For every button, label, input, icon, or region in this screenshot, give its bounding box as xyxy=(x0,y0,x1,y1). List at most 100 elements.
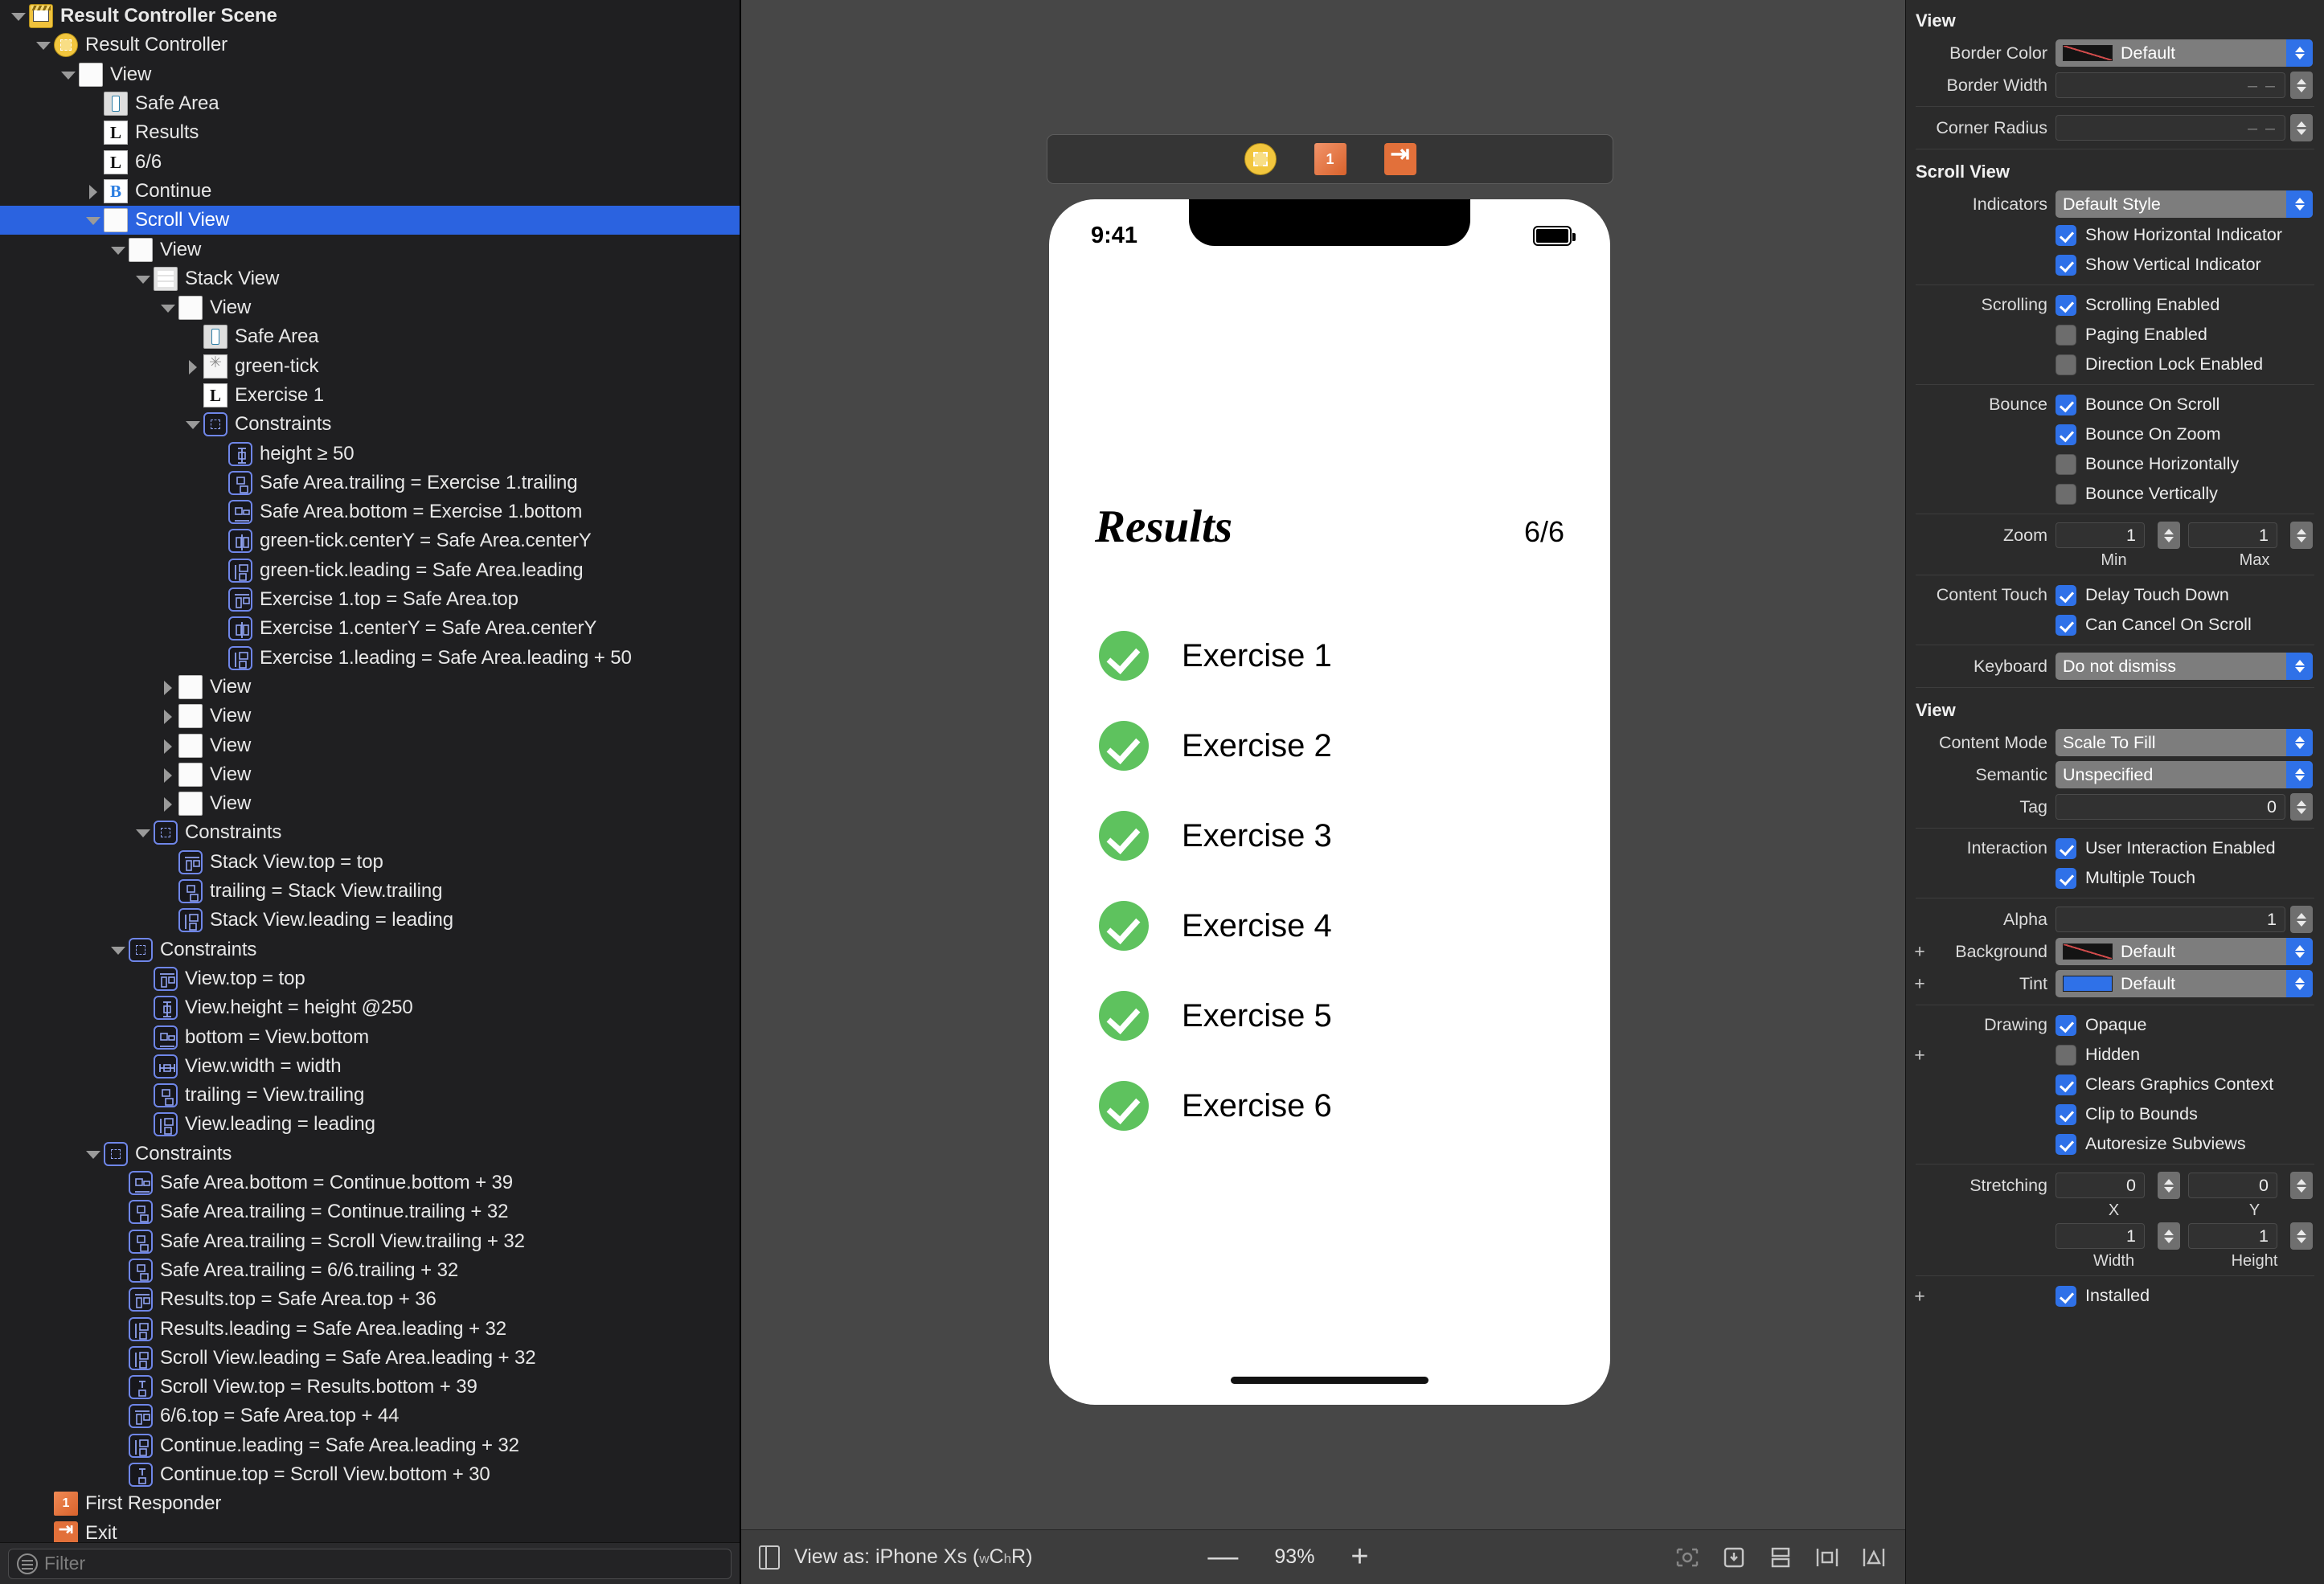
zoom-min-stepper[interactable] xyxy=(2158,522,2180,549)
outline-row-first-responder[interactable]: 1 First Responder xyxy=(0,1489,740,1518)
exit-icon[interactable] xyxy=(1383,140,1416,175)
bounce-on-scroll-checkbox[interactable] xyxy=(2056,394,2076,415)
outline-row-view[interactable]: View xyxy=(0,731,740,759)
outline-row-constraints[interactable]: Constraints xyxy=(0,1140,740,1169)
outline-row-stack-view-top-top[interactable]: Stack View.top = top xyxy=(0,848,740,877)
bounce-on-zoom-checkbox[interactable] xyxy=(2056,424,2076,445)
content-mode-popup[interactable]: Scale To Fill xyxy=(2056,729,2313,756)
outline-row-height-50[interactable]: height ≥ 50 xyxy=(0,439,740,468)
outline-row-safe-area-trailing-scroll-view-trailing-32[interactable]: Safe Area.trailing = Scroll View.trailin… xyxy=(0,1226,740,1255)
outline-row-safe-area[interactable]: Safe Area xyxy=(0,322,740,351)
scrolling-enabled-checkbox[interactable] xyxy=(2056,294,2076,316)
multiple-touch-row[interactable]: Multiple Touch xyxy=(1906,863,2324,893)
border-width-stepper[interactable] xyxy=(2290,72,2313,99)
zoom-out-button[interactable]: — xyxy=(1207,1541,1238,1572)
outline-row-scroll-view-leading-safe-area-leading-32[interactable]: Scroll View.leading = Safe Area.leading … xyxy=(0,1344,740,1373)
outline-row-safe-area-bottom-continue-bottom-39[interactable]: Safe Area.bottom = Continue.bottom + 39 xyxy=(0,1169,740,1197)
user-interaction-checkbox[interactable] xyxy=(2056,837,2076,859)
chevron-updown-icon[interactable] xyxy=(2286,39,2313,67)
paging-enabled-checkbox[interactable] xyxy=(2056,324,2076,346)
embed-in-icon[interactable] xyxy=(1720,1545,1748,1570)
toggle-panel-icon[interactable] xyxy=(759,1545,780,1570)
bounce-on-scroll-row[interactable]: Bounce Bounce On Scroll xyxy=(1906,390,2324,420)
disclosure-triangle-icon[interactable] xyxy=(158,297,178,318)
disclosure-triangle-icon[interactable] xyxy=(83,210,104,231)
add-variation-icon[interactable]: + xyxy=(1914,942,1924,961)
outline-row-view-leading-leading[interactable]: View.leading = leading xyxy=(0,1110,740,1139)
alpha-field[interactable]: 1 xyxy=(2056,907,2285,932)
show-horizontal-indicator-checkbox[interactable] xyxy=(2056,224,2076,246)
semantic-row[interactable]: Semantic Unspecified xyxy=(1906,759,2324,791)
outline-row-trailing-view-trailing[interactable]: trailing = View.trailing xyxy=(0,1081,740,1110)
outline-row-results[interactable]: L Results xyxy=(0,118,740,147)
outline-row-results-leading-safe-area-leading-32[interactable]: Results.leading = Safe Area.leading + 32 xyxy=(0,1314,740,1343)
canvas-area[interactable]: 1 9:41 Results 6/6 Exercise 1Exercise 2E… xyxy=(741,0,1905,1529)
add-variation-icon[interactable]: + xyxy=(1914,1287,1924,1305)
keyboard-row[interactable]: Keyboard Do not dismiss xyxy=(1906,650,2324,682)
outline-row-green-tick-centery-safe-area-centery[interactable]: green-tick.centerY = Safe Area.centerY xyxy=(0,526,740,555)
corner-radius-stepper[interactable] xyxy=(2290,114,2313,141)
outline-row-safe-area-trailing-6-6-trailing-32[interactable]: Safe Area.trailing = 6/6.trailing + 32 xyxy=(0,1256,740,1285)
outline-row-safe-area[interactable]: Safe Area xyxy=(0,89,740,118)
pin-icon[interactable] xyxy=(1814,1545,1841,1570)
user-interaction-row[interactable]: Interaction User Interaction Enabled xyxy=(1906,833,2324,863)
stretching-xy-row[interactable]: Stretching 0 0 xyxy=(1906,1169,2324,1201)
zoom-row[interactable]: Zoom 1 1 xyxy=(1906,519,2324,551)
border-color-row[interactable]: Border Color Default xyxy=(1906,37,2324,69)
indicators-popup[interactable]: Default Style xyxy=(2056,190,2313,218)
autoresize-subviews-row[interactable]: Autoresize Subviews xyxy=(1906,1129,2324,1159)
keyboard-popup[interactable]: Do not dismiss xyxy=(2056,653,2313,680)
bounce-vertically-row[interactable]: Bounce Vertically xyxy=(1906,479,2324,509)
clears-graphics-context-checkbox[interactable] xyxy=(2056,1074,2076,1095)
outline-row-continue-top-scroll-view-bottom-30[interactable]: Continue.top = Scroll View.bottom + 30 xyxy=(0,1460,740,1489)
disclosure-triangle-icon[interactable] xyxy=(133,268,154,289)
disclosure-triangle-icon[interactable] xyxy=(83,1144,104,1164)
disclosure-triangle-icon[interactable] xyxy=(158,677,178,698)
stretch-x-field[interactable]: 0 xyxy=(2056,1173,2145,1198)
outline-row-continue[interactable]: B Continue xyxy=(0,177,740,206)
border-color-popup[interactable]: Default xyxy=(2056,39,2313,67)
opaque-checkbox[interactable] xyxy=(2056,1014,2076,1036)
stretch-x-stepper[interactable] xyxy=(2158,1172,2180,1199)
outline-row-exit[interactable]: Exit xyxy=(0,1518,740,1542)
installed-row[interactable]: + Installed xyxy=(1906,1281,2324,1311)
background-row[interactable]: + Background Default xyxy=(1906,935,2324,968)
scrolling-enabled-row[interactable]: Scrolling Scrolling Enabled xyxy=(1906,290,2324,320)
installed-checkbox[interactable] xyxy=(2056,1285,2076,1307)
disclosure-triangle-icon[interactable] xyxy=(182,356,203,377)
scene-dock-toolbar[interactable]: 1 xyxy=(1047,134,1613,184)
content-mode-row[interactable]: Content Mode Scale To Fill xyxy=(1906,727,2324,759)
outline-row-view[interactable]: View xyxy=(0,702,740,731)
chevron-updown-icon[interactable] xyxy=(2286,653,2313,680)
disclosure-triangle-icon[interactable] xyxy=(33,35,54,55)
outline-row-exercise-1-leading-safe-area-leading-50[interactable]: Exercise 1.leading = Safe Area.leading +… xyxy=(0,644,740,673)
chevron-updown-icon[interactable] xyxy=(2286,761,2313,788)
disclosure-triangle-icon[interactable] xyxy=(108,239,129,260)
disclosure-triangle-icon[interactable] xyxy=(158,735,178,756)
zoom-min-field[interactable]: 1 xyxy=(2056,522,2145,548)
zoom-max-stepper[interactable] xyxy=(2290,522,2313,549)
outline-row-view[interactable]: View xyxy=(0,789,740,818)
stretch-y-stepper[interactable] xyxy=(2290,1172,2313,1199)
delay-touch-down-checkbox[interactable] xyxy=(2056,584,2076,606)
disclosure-triangle-icon[interactable] xyxy=(108,939,129,960)
alpha-row[interactable]: Alpha 1 xyxy=(1906,903,2324,935)
show-horizontal-indicator-row[interactable]: Show Horizontal Indicator xyxy=(1906,220,2324,250)
border-width-row[interactable]: Border Width – – xyxy=(1906,69,2324,101)
outline-row-view-top-top[interactable]: View.top = top xyxy=(0,964,740,993)
outline-row-safe-area-trailing-exercise-1-trailing[interactable]: Safe Area.trailing = Exercise 1.trailing xyxy=(0,469,740,497)
multiple-touch-checkbox[interactable] xyxy=(2056,867,2076,889)
tag-stepper[interactable] xyxy=(2290,793,2313,821)
outline-row-view-width-width[interactable]: View.width = width xyxy=(0,1052,740,1081)
outline-row-bottom-view-bottom[interactable]: bottom = View.bottom xyxy=(0,1022,740,1051)
outline-row-constraints[interactable]: Constraints xyxy=(0,410,740,439)
add-variation-icon[interactable]: + xyxy=(1914,974,1924,993)
outline-row-view-height-height-250[interactable]: View.height = height @250 xyxy=(0,993,740,1022)
device-preview-iphone[interactable]: 9:41 Results 6/6 Exercise 1 Exercise 2 Exe… xyxy=(1049,199,1610,1405)
hidden-row[interactable]: + Hidden xyxy=(1906,1040,2324,1070)
outline-row-safe-area-trailing-continue-trailing-32[interactable]: Safe Area.trailing = Continue.trailing +… xyxy=(0,1197,740,1226)
add-variation-icon[interactable]: + xyxy=(1914,1046,1924,1064)
clears-graphics-context-row[interactable]: Clears Graphics Context xyxy=(1906,1070,2324,1099)
outline-row-exercise-1[interactable]: L Exercise 1 xyxy=(0,381,740,410)
autoresize-subviews-checkbox[interactable] xyxy=(2056,1133,2076,1155)
